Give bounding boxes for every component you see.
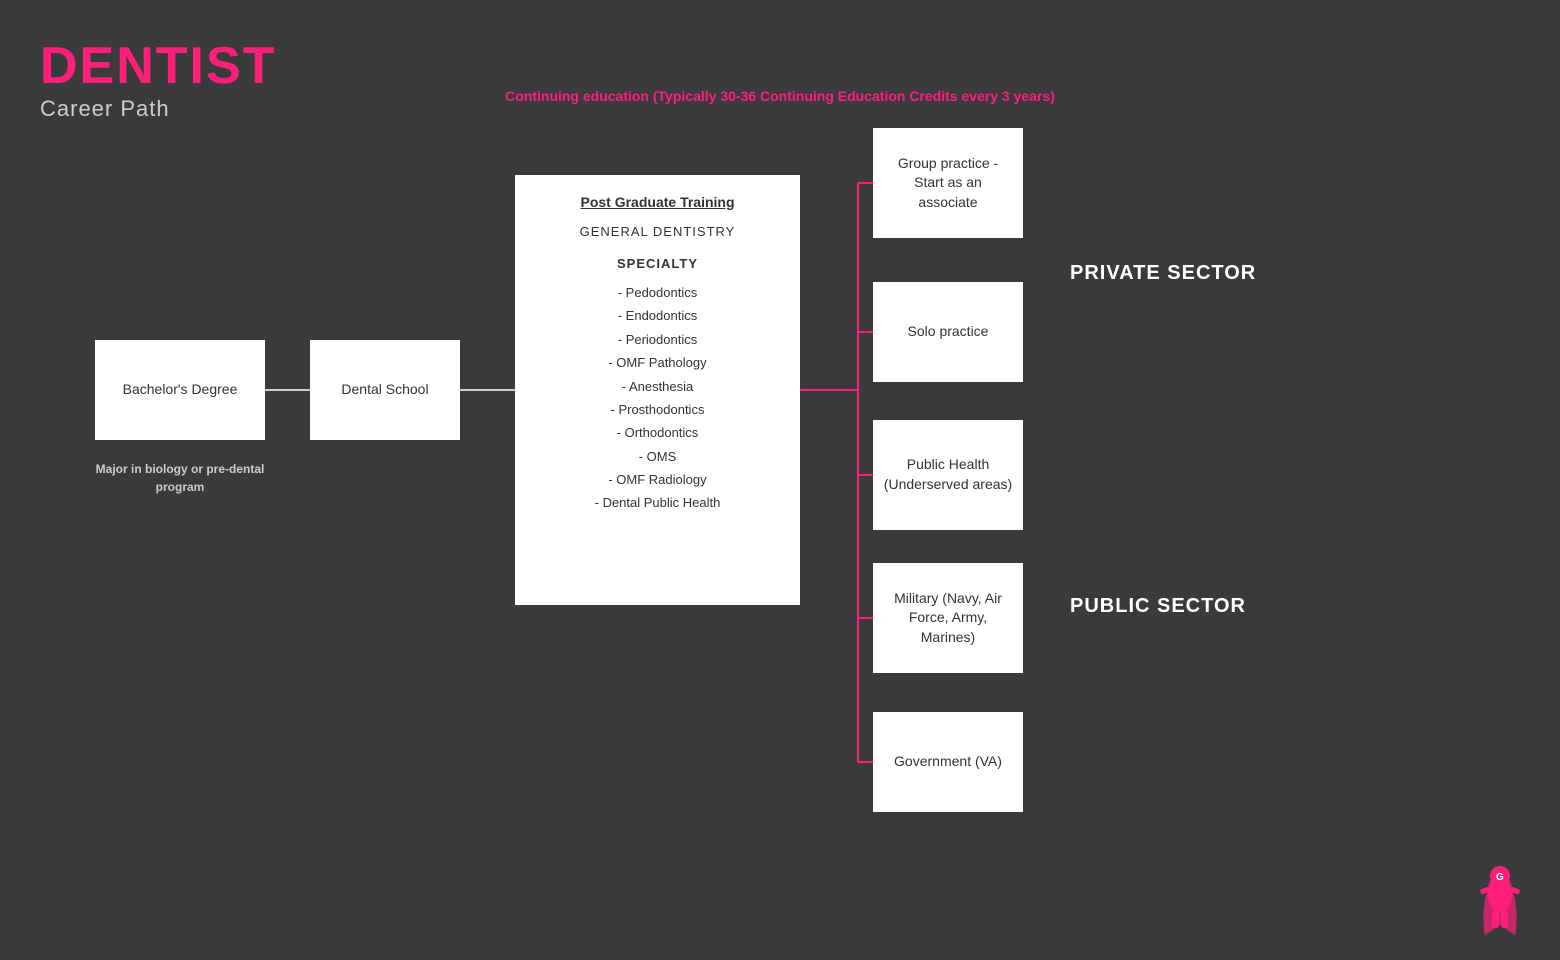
specialty-item: - Anesthesia [595, 375, 721, 398]
postgrad-general: GENERAL DENTISTRY [580, 223, 736, 241]
specialty-item: - OMF Radiology [595, 468, 721, 491]
dental-school-box: Dental School [310, 340, 460, 440]
major-note: Major in biology or pre-dental program [95, 460, 265, 496]
postgrad-title: Post Graduate Training [580, 193, 734, 213]
specialty-item: - OMS [595, 445, 721, 468]
specialty-item: - Pedodontics [595, 281, 721, 304]
specialty-item: - Dental Public Health [595, 491, 721, 514]
specialty-item: - OMF Pathology [595, 351, 721, 374]
page-title: DENTIST [40, 40, 276, 92]
private-sector-label: PRIVATE SECTOR [1070, 262, 1256, 285]
svg-text:G: G [1496, 872, 1504, 883]
specialty-item: - Periodontics [595, 328, 721, 351]
specialty-list: - Pedodontics - Endodontics - Periodonti… [595, 281, 721, 515]
postgrad-box: Post Graduate Training GENERAL DENTISTRY… [515, 175, 800, 605]
continuing-ed-note: Continuing education (Typically 30-36 Co… [0, 88, 1560, 104]
specialty-item: - Endodontics [595, 304, 721, 327]
mascot-logo: G [1470, 860, 1530, 940]
title-section: DENTIST Career Path [40, 40, 276, 122]
bachelor-degree-box: Bachelor's Degree [95, 340, 265, 440]
solo-practice-box: Solo practice [873, 282, 1023, 382]
public-sector-label: PUBLIC SECTOR [1070, 595, 1246, 618]
specialty-item: - Orthodontics [595, 421, 721, 444]
group-practice-box: Group practice - Start as an associate [873, 128, 1023, 238]
postgrad-specialty-title: SPECIALTY [617, 255, 698, 273]
public-health-box: Public Health (Underserved areas) [873, 420, 1023, 530]
military-box: Military (Navy, Air Force, Army, Marines… [873, 563, 1023, 673]
government-box: Government (VA) [873, 712, 1023, 812]
specialty-item: - Prosthodontics [595, 398, 721, 421]
